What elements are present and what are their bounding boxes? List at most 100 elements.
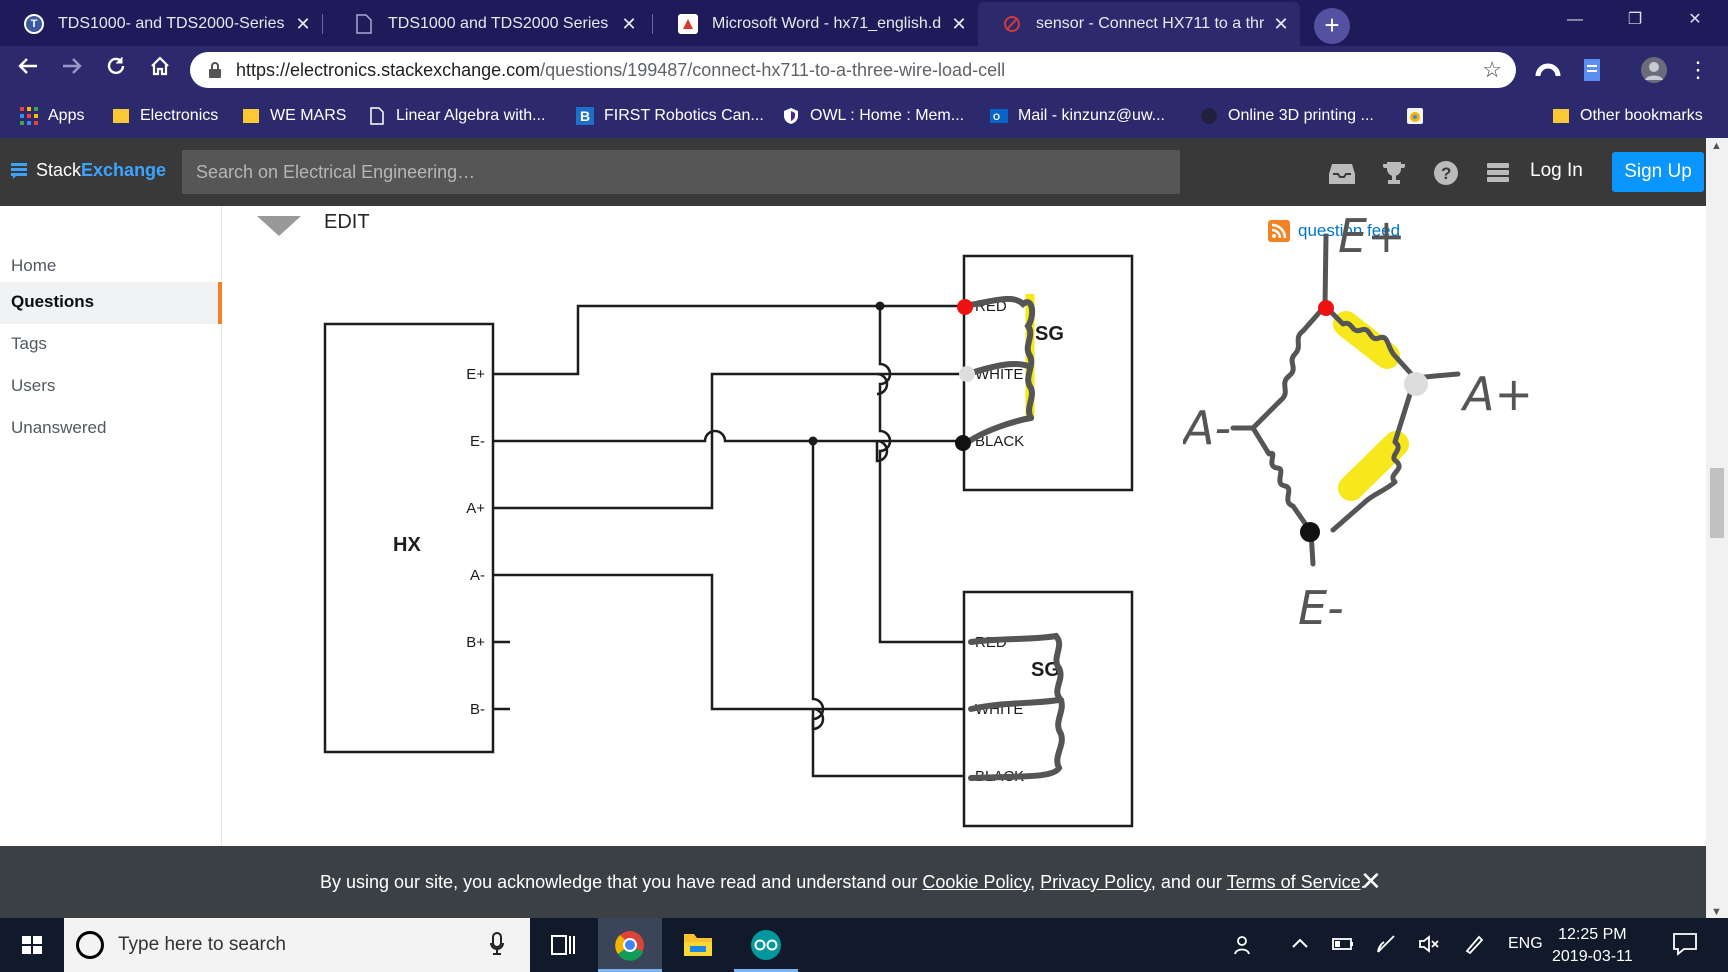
achievements-trophy-icon[interactable] xyxy=(1380,160,1408,186)
svg-text:O: O xyxy=(993,112,1000,122)
restore-window-icon[interactable]: ❐ xyxy=(1608,0,1662,40)
question-content: EDIT HX E+ E- A+ A- B+ B- RED WHITE BLAC… xyxy=(223,206,1706,846)
wiring-schematic: HX E+ E- A+ A- B+ B- RED WHITE BLACK RED… xyxy=(323,254,1134,828)
action-center-notification-icon[interactable] xyxy=(1672,932,1698,956)
page-favicon-icon xyxy=(354,14,374,34)
taskbar-arduino[interactable] xyxy=(734,918,798,972)
nav-item-tags[interactable]: Tags xyxy=(0,324,222,366)
scroll-up-arrow-icon[interactable]: ▲ xyxy=(1711,140,1722,152)
taskbar-search-box[interactable]: Type here to search xyxy=(64,918,530,972)
show-hidden-icons-chevron-icon[interactable] xyxy=(1290,934,1310,954)
bookmark-owl[interactable]: OWL : Home : Mem... xyxy=(782,94,964,138)
home-icon[interactable] xyxy=(142,52,178,88)
close-tab-icon[interactable]: ✕ xyxy=(950,14,968,35)
close-tab-icon[interactable]: ✕ xyxy=(620,14,638,35)
tab-title: TDS1000 and TDS2000 Series Dig xyxy=(388,15,612,32)
browser-tab-active[interactable]: sensor - Connect HX711 to a thre ✕ xyxy=(978,2,1300,46)
b-logo-icon: B xyxy=(576,107,594,125)
forward-arrow-icon[interactable] xyxy=(54,52,90,88)
bookmark-label: Online 3D printing ... xyxy=(1228,107,1374,124)
bookmark-star-icon[interactable]: ☆ xyxy=(1482,57,1502,83)
log-in-link[interactable]: Log In xyxy=(1530,160,1583,182)
url-path: /questions/199487/connect-hx711-to-a-thr… xyxy=(540,60,1006,80)
bookmark-label: Electronics xyxy=(140,107,219,124)
bookmark-other[interactable]: Other bookmarks xyxy=(1552,94,1703,138)
bookmark-apps[interactable]: Apps xyxy=(20,94,84,138)
folder-icon xyxy=(243,109,259,123)
taskbar-file-explorer[interactable] xyxy=(666,918,730,972)
back-arrow-icon[interactable] xyxy=(10,52,46,88)
sketch-label: E+ xyxy=(1338,209,1406,263)
bridge-sketch: E+ A+ A- E- xyxy=(1183,209,1533,635)
cortana-icon xyxy=(76,931,104,959)
cookie-text-prefix: By using our site, you acknowledge that … xyxy=(320,872,923,892)
cookie-policy-link[interactable]: Cookie Policy xyxy=(922,872,1030,892)
logo-text-exchange: Exchange xyxy=(81,160,167,180)
clock-time: 12:25 PM xyxy=(1558,926,1627,943)
page-scrollbar[interactable]: ▲ ▼ xyxy=(1706,138,1728,918)
address-bar[interactable]: https://electronics.stackexchange.com/qu… xyxy=(190,52,1516,88)
tab-separator xyxy=(652,14,653,34)
battery-icon[interactable] xyxy=(1332,934,1354,954)
bookmark-label: FIRST Robotics Can... xyxy=(604,107,764,124)
taskbar-clock[interactable]: 12:25 PM 2019-03-11 xyxy=(1552,924,1633,968)
browser-tab[interactable]: TDS1000 and TDS2000 Series Dig ✕ xyxy=(330,2,648,46)
microphone-icon[interactable] xyxy=(490,932,504,956)
red-node-marker xyxy=(1318,300,1334,316)
tab-title: Microsoft Word - hx71_english.d xyxy=(712,15,942,32)
windows-taskbar: Type here to search ENG 12:25 PM 2019-03… xyxy=(0,918,1728,972)
privacy-policy-link[interactable]: Privacy Policy xyxy=(1040,872,1151,892)
extension-arc-icon[interactable] xyxy=(1534,56,1562,84)
pin-label: B- xyxy=(470,701,485,718)
site-switcher-icon[interactable] xyxy=(1484,160,1512,186)
windows-start-icon[interactable] xyxy=(0,918,64,972)
close-tab-icon[interactable]: ✕ xyxy=(294,14,312,35)
language-indicator[interactable]: ENG xyxy=(1508,935,1543,953)
bookmark-electronics[interactable]: Electronics xyxy=(112,94,218,138)
chrome-menu-icon[interactable]: ⋮ xyxy=(1680,52,1716,88)
printer-icon xyxy=(1201,108,1217,124)
pen-workspace-icon[interactable] xyxy=(1464,934,1486,954)
minimize-window-icon[interactable]: — xyxy=(1548,0,1602,40)
close-cookie-banner-icon[interactable]: ✕ xyxy=(1360,866,1382,897)
sign-up-button[interactable]: Sign Up xyxy=(1612,152,1704,192)
new-tab-button[interactable]: + xyxy=(1314,8,1350,44)
people-icon[interactable] xyxy=(1234,934,1256,956)
nav-item-questions[interactable]: Questions xyxy=(0,282,222,324)
scrollbar-thumb[interactable] xyxy=(1710,468,1724,538)
cookie-notice: By using our site, you acknowledge that … xyxy=(320,872,1366,893)
task-view-icon[interactable] xyxy=(530,918,594,972)
browser-tab[interactable]: T TDS1000- and TDS2000-Series D ✕ xyxy=(0,2,322,46)
bookmark-linear-algebra[interactable]: Linear Algebra with... xyxy=(368,94,545,138)
bookmark-web-store[interactable] xyxy=(1406,94,1434,138)
lock-icon xyxy=(209,62,221,78)
profile-avatar[interactable] xyxy=(1640,56,1668,84)
close-window-icon[interactable]: ✕ xyxy=(1668,0,1722,40)
wifi-icon[interactable] xyxy=(1376,934,1398,954)
tab-title: sensor - Connect HX711 to a thre xyxy=(1036,15,1264,32)
bookmark-we-mars[interactable]: WE MARS xyxy=(242,94,346,138)
bookmark-first-robotics[interactable]: B FIRST Robotics Can... xyxy=(576,94,764,138)
volume-muted-icon[interactable] xyxy=(1418,934,1440,954)
site-search-input[interactable]: Search on Electrical Engineering… xyxy=(182,150,1180,194)
inbox-icon[interactable] xyxy=(1328,160,1356,186)
browser-tab[interactable]: Microsoft Word - hx71_english.d ✕ xyxy=(654,2,978,46)
help-icon[interactable]: ? xyxy=(1432,160,1460,186)
tab-separator xyxy=(322,14,323,34)
taskbar-chrome[interactable] xyxy=(598,918,662,972)
bookmark-3d-printing[interactable]: Online 3D printing ... xyxy=(1200,94,1374,138)
apps-grid-icon xyxy=(20,107,38,125)
nav-item-users[interactable]: Users xyxy=(0,366,222,408)
extension-doc-icon[interactable] xyxy=(1578,56,1606,84)
nav-item-unanswered[interactable]: Unanswered xyxy=(0,408,222,450)
stackexchange-favicon-icon xyxy=(1002,14,1022,34)
stackexchange-logo[interactable]: Stack Exchange xyxy=(10,160,166,181)
close-tab-icon[interactable]: ✕ xyxy=(1272,14,1290,35)
terms-of-service-link[interactable]: Terms of Service xyxy=(1227,872,1361,892)
reload-icon[interactable] xyxy=(98,52,134,88)
bookmark-label: Linear Algebra with... xyxy=(396,107,546,124)
black-wire-marker xyxy=(955,435,971,451)
pin-label: A- xyxy=(470,567,485,584)
bookmark-mail[interactable]: O Mail - kinzunz@uw... xyxy=(990,94,1165,138)
scroll-down-arrow-icon[interactable]: ▼ xyxy=(1711,906,1722,918)
